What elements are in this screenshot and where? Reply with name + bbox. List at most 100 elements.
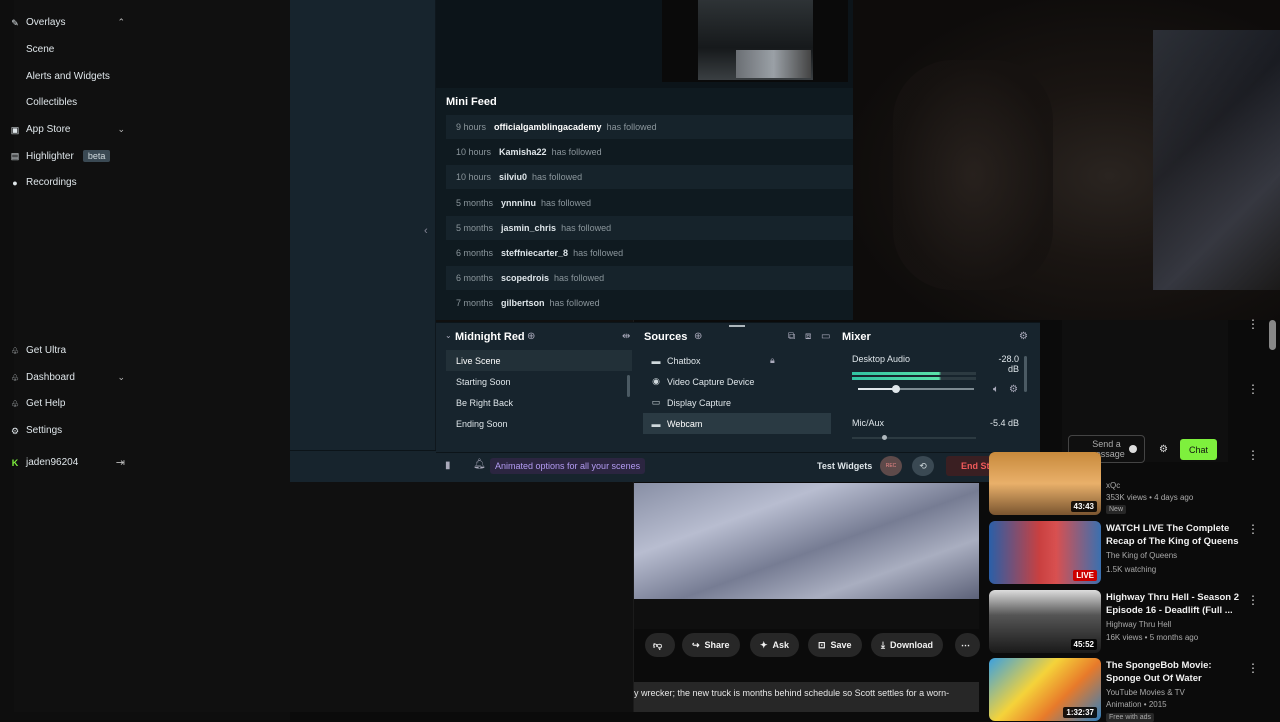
channel-name[interactable]: The King of Queens — [1106, 551, 1177, 560]
source-item[interactable]: ▬ Webcam — [643, 413, 831, 434]
more-actions-button[interactable]: ⋯ — [955, 633, 980, 657]
collapse-sidebar-icon[interactable]: ‹ — [424, 225, 428, 237]
channel-name[interactable]: xQc — [1106, 481, 1120, 490]
feed-event[interactable]: 9 hours officialgamblingacademy has follow… — [446, 115, 853, 139]
event-user[interactable]: officialgamblingacademy — [494, 122, 602, 132]
sidebar-user[interactable]: K jaden96204 ⇥ — [10, 456, 125, 469]
recommendation-item[interactable]: 43:43 xQc 353K views • 4 days ago New — [989, 452, 1269, 515]
event-time: 10 hours — [456, 147, 492, 158]
scene-transition-icon[interactable]: ⇹ — [622, 331, 630, 342]
ask-label: Ask — [772, 640, 790, 650]
event-user[interactable]: steffniecarter_8 — [501, 248, 568, 258]
download-button[interactable]: ⤓ Download — [871, 633, 943, 657]
emoji-icon[interactable] — [1129, 445, 1137, 453]
gear-icon[interactable]: ⚙ — [1009, 384, 1018, 395]
scenes-title[interactable]: Midnight Red — [455, 331, 525, 343]
ask-button[interactable]: ✦ Ask — [750, 633, 800, 657]
dislike-button[interactable]: 👎︎ — [645, 633, 675, 657]
video-title[interactable]: The SpongeBob Movie: Sponge Out Of Water — [1106, 659, 1246, 685]
resize-handle[interactable] — [729, 325, 745, 327]
mini-feed-title: Mini Feed — [446, 96, 497, 108]
chat-send-button[interactable]: Chat — [1180, 439, 1217, 460]
event-user[interactable]: scopedrois — [501, 273, 549, 283]
chevron-down-icon[interactable]: ⌄ — [445, 331, 452, 340]
record-button[interactable]: REC — [880, 456, 902, 476]
video-thumbnail[interactable]: 1:32:37 — [989, 658, 1101, 721]
more-horizontal-icon: ⋯ — [961, 639, 970, 650]
event-user[interactable]: jasmin_chris — [501, 223, 556, 233]
sidebar-subitem-scene[interactable]: Scene — [26, 44, 54, 55]
sidebar-item-dashboard[interactable]: ♧ Dashboard ⌄ — [10, 372, 125, 383]
sidebar-item-label: Recordings — [26, 177, 77, 188]
video-thumbnail[interactable]: 43:43 — [989, 452, 1101, 515]
event-user[interactable]: ynnninu — [501, 198, 536, 208]
add-source-icon[interactable]: ⊕ — [694, 331, 702, 342]
event-user[interactable]: Kamisha22 — [499, 147, 547, 157]
event-user[interactable]: silviu0 — [499, 172, 527, 182]
video-thumbnail[interactable]: LIVE — [989, 521, 1101, 584]
page-scrollbar[interactable] — [1269, 320, 1276, 350]
stats-icon[interactable]: ▮ — [445, 460, 451, 471]
sidebar-subitem-collectibles[interactable]: Collectibles — [26, 97, 77, 108]
feed-event[interactable]: 6 months scopedrois has followed — [446, 266, 853, 291]
gear-icon[interactable]: ⚙ — [1159, 444, 1168, 455]
scene-item[interactable]: Starting Soon — [446, 371, 632, 392]
sidebar-item-settings[interactable]: ⚙ Settings — [10, 425, 125, 436]
volume-slider-knob[interactable] — [882, 435, 887, 440]
logout-icon[interactable]: ⇥ — [116, 456, 125, 469]
sidebar-item-get-ultra[interactable]: ♧ Get Ultra — [10, 345, 125, 356]
video-description[interactable]: y wrecker; the new truck is months behin… — [634, 682, 979, 712]
source-copy-icon[interactable]: ⧉ — [788, 331, 795, 342]
scene-item[interactable]: Be Right Back — [446, 392, 632, 413]
test-widgets-button[interactable]: Test Widgets — [817, 461, 872, 471]
source-group-icon[interactable]: ⧈ — [805, 331, 811, 342]
feed-event[interactable]: 7 months gilbertson has followed — [446, 291, 853, 315]
channel-name[interactable]: Highway Thru Hell — [1106, 620, 1171, 629]
notification-bell-icon[interactable]: 🔔︎ — [473, 459, 486, 470]
share-button[interactable]: ↪ Share — [682, 633, 740, 657]
feed-event[interactable]: 5 months jasmin_chris has followed — [446, 215, 853, 240]
feed-event[interactable]: 6 months steffniecarter_8 has followed — [446, 241, 853, 265]
video-title[interactable]: WATCH LIVE The Complete Recap of The Kin… — [1106, 522, 1246, 548]
feed-event[interactable]: 10 hours Kamisha22 has followed — [446, 140, 853, 164]
recommendation-item[interactable]: LIVE WATCH LIVE The Complete Recap of Th… — [989, 521, 1269, 584]
more-options-icon[interactable]: ⋮ — [1247, 318, 1259, 330]
sidebar-item-highlighter[interactable]: ▤ Highlighter beta — [10, 150, 125, 162]
sidebar-subitem-alerts-widgets[interactable]: Alerts and Widgets — [26, 71, 110, 82]
feed-event[interactable]: 10 hours silviu0 has followed — [446, 165, 853, 190]
mixer-scrollbar[interactable] — [1024, 356, 1027, 392]
sidebar-item-overlays[interactable]: ✎ Overlays ⌃ — [10, 17, 125, 28]
scene-item[interactable]: Ending Soon — [446, 413, 632, 434]
user-bar — [290, 450, 436, 482]
video-thumbnail[interactable]: 45:52 — [989, 590, 1101, 653]
save-button[interactable]: ⊡ Save — [808, 633, 862, 657]
speaker-icon[interactable]: 🔈︎ — [993, 384, 999, 395]
volume-slider-knob[interactable] — [892, 385, 900, 393]
bookmark-icon: ⊡ — [818, 639, 826, 650]
more-options-icon[interactable]: ⋮ — [1247, 383, 1259, 395]
more-options-icon[interactable]: ⋮ — [1247, 449, 1259, 461]
feed-event[interactable]: 5 months ynnninu has followed — [446, 191, 853, 215]
gear-icon[interactable]: ⚙ — [1019, 331, 1028, 342]
channel-name[interactable]: YouTube Movies & TV — [1106, 688, 1185, 697]
add-scene-icon[interactable]: ⊕ — [527, 331, 535, 342]
source-item[interactable]: ◉ Video Capture Device — [643, 371, 831, 392]
lock-icon[interactable]: 🔒︎ — [770, 355, 775, 366]
sidebar-item-recordings[interactable]: ● Recordings — [10, 177, 125, 188]
video-player[interactable] — [634, 483, 979, 599]
sidebar-item-get-help[interactable]: ♧ Get Help — [10, 398, 125, 409]
video-title[interactable]: Highway Thru Hell - Season 2 Episode 16 … — [1106, 591, 1246, 617]
mixer-channel-db: -5.4 dB — [989, 418, 1019, 428]
scenes-scrollbar[interactable] — [627, 375, 630, 397]
source-item[interactable]: ▬ Chatbox — [643, 350, 831, 371]
folder-add-icon[interactable]: ▭ — [821, 331, 830, 342]
source-item[interactable]: ▭ Display Capture — [643, 392, 831, 413]
event-user[interactable]: gilbertson — [501, 298, 545, 308]
animated-options-pill[interactable]: Animated options for all your scenes — [490, 458, 646, 474]
replay-buffer-icon[interactable]: ⟲ — [912, 456, 934, 476]
recommendation-item[interactable]: 45:52 Highway Thru Hell - Season 2 Episo… — [989, 590, 1269, 653]
sidebar-item-label: Settings — [26, 425, 63, 436]
sidebar-item-app-store[interactable]: ▣ App Store ⌄ — [10, 124, 125, 135]
scene-item[interactable]: Live Scene — [446, 350, 632, 371]
recommendation-item[interactable]: 1:32:37 The SpongeBob Movie: Sponge Out … — [989, 658, 1269, 722]
